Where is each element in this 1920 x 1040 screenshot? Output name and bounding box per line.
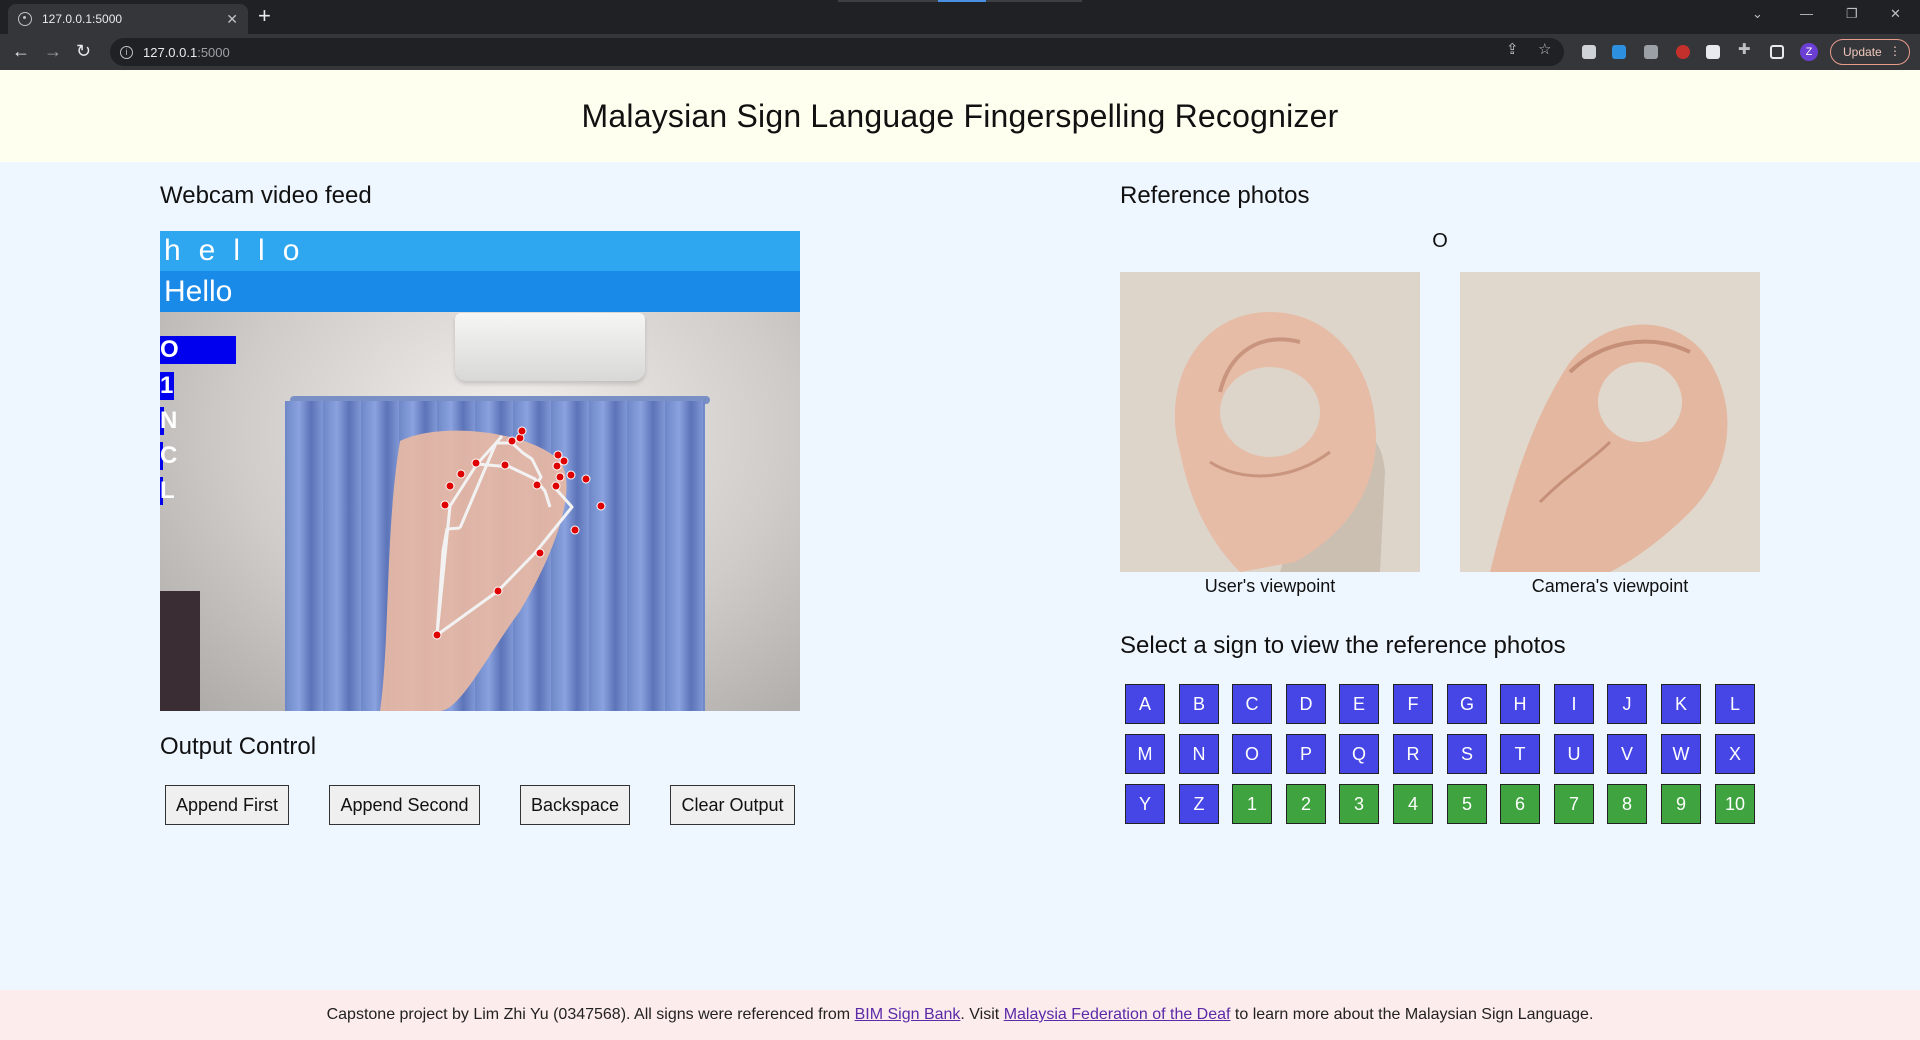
sign-button-v[interactable]: V	[1607, 734, 1647, 774]
update-button[interactable]: Update ⋮	[1830, 39, 1910, 65]
tab-title: 127.0.0.1:5000	[42, 12, 123, 26]
sign-button-8[interactable]: 8	[1607, 784, 1647, 824]
sign-button-h[interactable]: H	[1500, 684, 1540, 724]
page-header: Malaysian Sign Language Fingerspelling R…	[0, 70, 1920, 162]
sign-button-z[interactable]: Z	[1179, 784, 1219, 824]
sign-button-9[interactable]: 9	[1661, 784, 1701, 824]
sign-button-c[interactable]: C	[1232, 684, 1272, 724]
profile-avatar[interactable]: Z	[1800, 43, 1818, 61]
extension-shield-icon[interactable]	[1582, 45, 1596, 59]
sign-button-d[interactable]: D	[1286, 684, 1326, 724]
sign-button-k[interactable]: K	[1661, 684, 1701, 724]
sign-button-p[interactable]: P	[1286, 734, 1326, 774]
formatted-text-bar: Hello	[160, 271, 800, 312]
sign-button-4[interactable]: 4	[1393, 784, 1433, 824]
back-icon[interactable]: ←	[12, 40, 30, 62]
sign-button-e[interactable]: E	[1339, 684, 1379, 724]
prediction-4: C	[160, 442, 178, 469]
globe-icon	[18, 12, 32, 26]
sign-button-y[interactable]: Y	[1125, 784, 1165, 824]
extension-document-icon[interactable]	[1706, 45, 1720, 59]
minimize-icon[interactable]: —	[1800, 6, 1813, 21]
sign-button-s[interactable]: S	[1447, 734, 1487, 774]
bim-sign-bank-link[interactable]: BIM Sign Bank	[855, 1006, 961, 1024]
update-label: Update	[1843, 45, 1882, 59]
tab-strip-indicator	[838, 0, 1082, 2]
sign-button-10[interactable]: 10	[1715, 784, 1755, 824]
webcam-heading: Webcam video feed	[160, 182, 372, 209]
sign-button-o[interactable]: O	[1232, 734, 1272, 774]
footer-text-end: to learn more about the Malaysian Sign L…	[1230, 1006, 1594, 1023]
camera-viewpoint-photo	[1460, 272, 1760, 572]
menu-dots-icon: ⋮	[1889, 44, 1901, 58]
sign-button-1[interactable]: 1	[1232, 784, 1272, 824]
mfd-link[interactable]: Malaysia Federation of the Deaf	[1004, 1006, 1231, 1024]
user-viewpoint-caption: User's viewpoint	[1204, 576, 1336, 596]
sign-button-r[interactable]: R	[1393, 734, 1433, 774]
sign-button-g[interactable]: G	[1447, 684, 1487, 724]
sign-button-q[interactable]: Q	[1339, 734, 1379, 774]
site-info-icon[interactable]: i	[120, 45, 133, 59]
sign-button-f[interactable]: F	[1393, 684, 1433, 724]
sign-button-w[interactable]: W	[1661, 734, 1701, 774]
url-host: 127.0.0.1	[143, 44, 198, 60]
append-first-button[interactable]: Append First	[165, 785, 289, 825]
sign-button-7[interactable]: 7	[1554, 784, 1594, 824]
sign-button-m[interactable]: M	[1125, 734, 1165, 774]
browser-tab[interactable]: 127.0.0.1:5000 ✕	[8, 4, 248, 34]
prediction-5: L	[160, 477, 175, 504]
browser-tab-bar: 127.0.0.1:5000 ✕ + ⌄ — ❐ ✕	[0, 0, 1920, 34]
sign-button-t[interactable]: T	[1500, 734, 1540, 774]
sign-selector-heading: Select a sign to view the reference phot…	[1120, 632, 1566, 659]
tab-search-icon[interactable]: ⌄	[1752, 6, 1763, 22]
url-port: :5000	[197, 44, 230, 60]
sign-button-5[interactable]: 5	[1447, 784, 1487, 824]
extension-ublock-icon[interactable]	[1676, 45, 1690, 59]
restore-icon[interactable]: ❐	[1846, 6, 1858, 22]
close-icon[interactable]: ✕	[226, 11, 238, 28]
prediction-3: N	[160, 407, 178, 434]
output-control-heading: Output Control	[160, 733, 317, 760]
sign-button-b[interactable]: B	[1179, 684, 1219, 724]
page-footer: Capstone project by Lim Zhi Yu (0347568)…	[0, 990, 1920, 1040]
reference-heading: Reference photos	[1120, 182, 1310, 209]
sign-button-j[interactable]: J	[1607, 684, 1647, 724]
new-tab-icon[interactable]: +	[258, 5, 271, 27]
raw-text-bar: hello	[160, 231, 800, 271]
sign-button-x[interactable]: X	[1715, 734, 1755, 774]
browser-toolbar: ← → ↻ i 127.0.0.1 :5000 ⇪ ☆ ✚ Z Update ⋮	[0, 34, 1920, 70]
backspace-button[interactable]: Backspace	[520, 785, 630, 825]
forward-icon[interactable]: →	[44, 40, 62, 62]
sign-button-6[interactable]: 6	[1500, 784, 1540, 824]
current-sign-label: O	[1432, 230, 1448, 252]
sign-button-l[interactable]: L	[1715, 684, 1755, 724]
sign-button-2[interactable]: 2	[1286, 784, 1326, 824]
side-panel-icon[interactable]	[1770, 45, 1784, 59]
camera-viewpoint-caption: Camera's viewpoint	[1531, 576, 1689, 596]
sign-button-u[interactable]: U	[1554, 734, 1594, 774]
address-bar[interactable]: i 127.0.0.1 :5000	[110, 38, 1564, 66]
clear-output-button[interactable]: Clear Output	[670, 785, 795, 825]
footer-text-middle: . Visit	[960, 1006, 1004, 1023]
sign-button-i[interactable]: I	[1554, 684, 1594, 724]
append-second-button[interactable]: Append Second	[329, 785, 480, 825]
share-icon[interactable]: ⇪	[1506, 40, 1519, 58]
sign-button-3[interactable]: 3	[1339, 784, 1379, 824]
user-viewpoint-photo	[1120, 272, 1420, 572]
star-icon[interactable]: ☆	[1538, 40, 1551, 58]
extension-camera-icon[interactable]	[1644, 45, 1658, 59]
sign-button-n[interactable]: N	[1179, 734, 1219, 774]
prediction-2: 1	[160, 372, 174, 399]
close-window-icon[interactable]: ✕	[1890, 6, 1901, 22]
sign-button-a[interactable]: A	[1125, 684, 1165, 724]
webcam-video-feed: hello Hello O 1 N C L	[160, 231, 800, 711]
reload-icon[interactable]: ↻	[76, 40, 91, 62]
extensions-puzzle-icon[interactable]: ✚	[1738, 40, 1751, 58]
footer-text-start: Capstone project by Lim Zhi Yu (0347568)…	[326, 1006, 855, 1023]
extension-trello-icon[interactable]	[1612, 45, 1626, 59]
prediction-1: O	[160, 336, 179, 363]
page-title: Malaysian Sign Language Fingerspelling R…	[581, 97, 1339, 134]
